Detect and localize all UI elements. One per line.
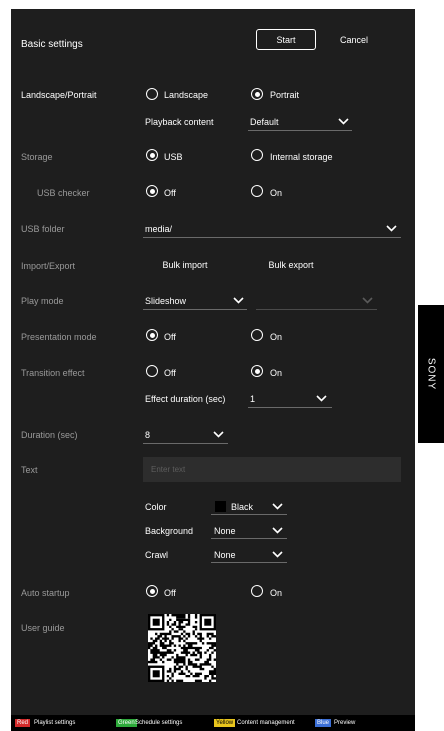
usb-folder-select[interactable]: media/ (145, 224, 172, 234)
crawl-select[interactable]: None (214, 550, 236, 560)
usb-folder-label: USB folder (21, 224, 65, 234)
landscape-option-label: Landscape (164, 90, 209, 100)
chevron-down-icon[interactable] (386, 225, 397, 232)
cancel-button[interactable]: Cancel (331, 29, 377, 50)
play-mode-secondary-underline (256, 309, 377, 310)
yellow-key-label: Content management (237, 720, 295, 726)
red-key-badge: Red (15, 719, 31, 727)
playback-content-select[interactable]: Default (250, 117, 279, 127)
green-key-label: Schedule settings (135, 720, 183, 726)
play-mode-select[interactable]: Slideshow (145, 296, 186, 306)
auto-startup-off-radio[interactable] (146, 585, 158, 597)
duration-label: Duration (sec) (21, 430, 78, 440)
user-guide-qr-code (147, 613, 216, 682)
chevron-down-icon[interactable] (338, 118, 349, 125)
presentation-off-radio[interactable] (146, 329, 158, 341)
crawl-underline (211, 562, 287, 563)
transition-effect-label: Transition effect (21, 368, 85, 378)
blue-key-label: Preview (334, 720, 356, 726)
usb-checker-on-radio[interactable] (251, 185, 263, 197)
color-select[interactable]: Black (231, 502, 253, 512)
auto-startup-off-label: Off (164, 588, 176, 598)
transition-off-label: Off (164, 368, 176, 378)
portrait-radio[interactable] (251, 88, 263, 100)
transition-on-radio[interactable] (251, 365, 263, 377)
color-underline (211, 514, 287, 515)
blue-key-badge: Blue (315, 719, 332, 727)
import-export-label: Import/Export (21, 261, 76, 271)
transition-on-label: On (270, 368, 283, 378)
bulk-import-button[interactable]: Bulk import (150, 256, 220, 274)
chevron-down-icon[interactable] (213, 431, 224, 438)
bulk-export-button[interactable]: Bulk export (256, 256, 326, 274)
color-swatch (215, 501, 226, 512)
internal-storage-radio[interactable] (251, 149, 263, 161)
usb-checker-label: USB checker (37, 188, 90, 198)
chevron-down-icon[interactable] (362, 297, 373, 304)
duration-select[interactable]: 8 (145, 430, 150, 440)
effect-duration-underline (248, 407, 332, 408)
usb-checker-on-label: On (270, 188, 283, 198)
play-mode-underline (143, 309, 247, 310)
transition-off-radio[interactable] (146, 365, 158, 377)
chevron-down-icon[interactable] (272, 503, 283, 510)
playback-content-label: Playback content (145, 117, 214, 127)
storage-label: Storage (21, 152, 53, 162)
background-underline (211, 538, 287, 539)
background-select[interactable]: None (214, 526, 236, 536)
color-label: Color (145, 502, 167, 512)
duration-underline (143, 443, 228, 444)
settings-panel (11, 9, 415, 715)
presentation-on-label: On (270, 332, 283, 342)
play-mode-label: Play mode (21, 296, 64, 306)
portrait-option-label: Portrait (270, 90, 300, 100)
usb-folder-underline (143, 237, 401, 238)
text-label: Text (21, 465, 38, 475)
user-guide-label: User guide (21, 623, 65, 633)
red-key-label: Playlist settings (34, 720, 76, 726)
auto-startup-on-label: On (270, 588, 283, 598)
landscape-radio[interactable] (146, 88, 158, 100)
auto-startup-on-radio[interactable] (251, 585, 263, 597)
presentation-on-radio[interactable] (251, 329, 263, 341)
effect-duration-select[interactable]: 1 (250, 394, 255, 404)
brand-logo: SONY (425, 357, 437, 391)
usb-checker-off-radio[interactable] (146, 185, 158, 197)
background-label: Background (145, 526, 194, 536)
presentation-off-label: Off (164, 332, 176, 342)
chevron-down-icon[interactable] (272, 527, 283, 534)
effect-duration-label: Effect duration (sec) (145, 394, 226, 404)
orientation-label: Landscape/Portrait (21, 90, 97, 100)
crawl-label: Crawl (145, 550, 169, 560)
chevron-down-icon[interactable] (272, 551, 283, 558)
usb-option-label: USB (164, 152, 183, 162)
green-key-badge: Green (116, 719, 137, 727)
page-title: Basic settings (21, 39, 83, 50)
start-button[interactable]: Start (256, 29, 316, 50)
yellow-key-badge: Yellow (214, 719, 236, 727)
presentation-mode-label: Presentation mode (21, 332, 97, 342)
usb-radio[interactable] (146, 149, 158, 161)
text-input[interactable]: Enter text (143, 457, 401, 482)
side-brand-tab: SONY (418, 305, 444, 443)
chevron-down-icon[interactable] (316, 395, 327, 402)
chevron-down-icon[interactable] (233, 297, 244, 304)
playback-content-underline (248, 130, 352, 131)
usb-checker-off-label: Off (164, 188, 176, 198)
internal-storage-option-label: Internal storage (270, 152, 333, 162)
auto-startup-label: Auto startup (21, 588, 70, 598)
